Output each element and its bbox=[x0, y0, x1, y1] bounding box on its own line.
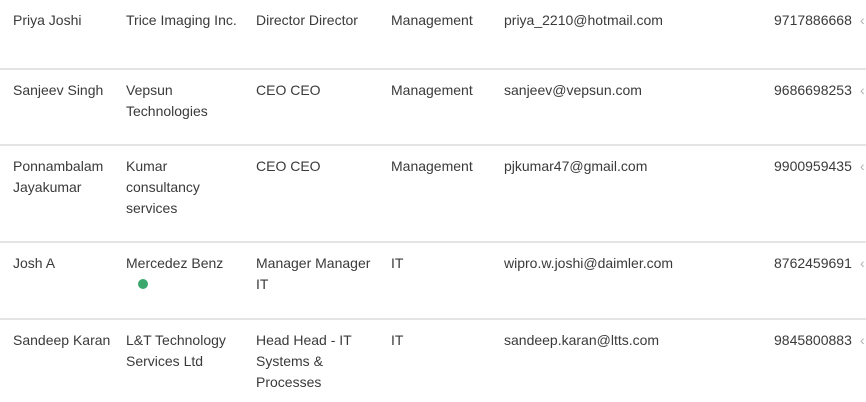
contact-department: Management bbox=[391, 158, 473, 174]
contact-designation: Manager Manager IT bbox=[256, 255, 371, 292]
contact-designation: CEO CEO bbox=[256, 82, 321, 98]
contact-email[interactable]: sandeep.karan@ltts.com bbox=[504, 330, 764, 351]
row-actions-icon[interactable]: ‹ bbox=[860, 156, 866, 177]
contact-phone[interactable]: 9900959435 bbox=[774, 156, 858, 177]
contact-department: Management bbox=[391, 82, 473, 98]
contact-email[interactable]: sanjeev@vepsun.com bbox=[504, 80, 764, 101]
contact-company: Vepsun Technologies bbox=[126, 82, 208, 119]
online-status-dot-icon bbox=[138, 279, 148, 289]
contact-phone[interactable]: 9717886668 bbox=[774, 10, 858, 31]
contact-phone[interactable]: 9845800883 bbox=[774, 330, 858, 351]
contact-company: Trice Imaging Inc. bbox=[126, 12, 237, 28]
row-actions-icon[interactable]: ‹ bbox=[860, 10, 866, 31]
table-row[interactable]: Sanjeev Singh Vepsun Technologies CEO CE… bbox=[0, 70, 866, 146]
contact-phone[interactable]: 9686698253 bbox=[774, 80, 858, 101]
table-row[interactable]: Ponnambalam Jayakumar Kumar consultancy … bbox=[0, 146, 866, 243]
row-actions-icon[interactable]: ‹ bbox=[860, 253, 866, 274]
row-actions-icon[interactable]: ‹ bbox=[860, 330, 866, 351]
contact-company: Kumar consultancy services bbox=[126, 158, 200, 216]
row-actions-icon[interactable]: ‹ bbox=[860, 80, 866, 101]
contact-name[interactable]: Sandeep Karan bbox=[13, 330, 113, 351]
contact-department: IT bbox=[391, 332, 404, 348]
contact-company: Mercedez Benz bbox=[126, 255, 224, 271]
contacts-table: Priya Joshi Trice Imaging Inc. Director … bbox=[0, 0, 866, 402]
contact-name[interactable]: Priya Joshi bbox=[13, 10, 113, 31]
table-row[interactable]: Priya Joshi Trice Imaging Inc. Director … bbox=[0, 0, 866, 70]
contact-name[interactable]: Ponnambalam Jayakumar bbox=[13, 156, 113, 198]
contact-designation: Head Head - IT Systems & Processes bbox=[256, 332, 352, 390]
contact-department: IT bbox=[391, 255, 404, 271]
contact-email[interactable]: pjkumar47@gmail.com bbox=[504, 156, 764, 177]
table-row[interactable]: Josh A Mercedez Benz Manager Manager IT … bbox=[0, 243, 866, 320]
contact-designation: Director Director bbox=[256, 12, 358, 28]
contact-email[interactable]: priya_2210@hotmail.com bbox=[504, 10, 764, 31]
contact-department: Management bbox=[391, 12, 473, 28]
table-row[interactable]: Sandeep Karan L&T Technology Services Lt… bbox=[0, 320, 866, 402]
contact-company: L&T Technology Services Ltd bbox=[126, 332, 226, 369]
contact-name[interactable]: Josh A bbox=[13, 253, 113, 274]
contact-email[interactable]: wipro.w.joshi@daimler.com bbox=[504, 253, 764, 274]
contact-designation: CEO CEO bbox=[256, 158, 321, 174]
contact-company-cell: Mercedez Benz bbox=[126, 253, 238, 289]
contact-name[interactable]: Sanjeev Singh bbox=[13, 80, 113, 101]
contact-phone[interactable]: 8762459691 bbox=[774, 253, 858, 274]
